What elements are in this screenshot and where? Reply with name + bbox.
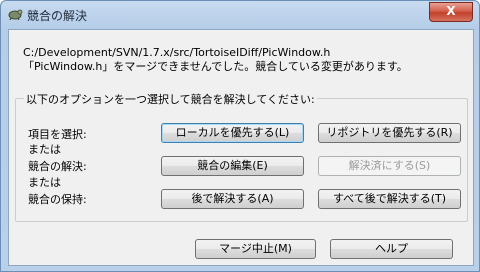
prefer-repository-button[interactable]: リポジトリを優先する(R): [318, 123, 461, 143]
label-keep: 競合の保持:: [28, 193, 87, 206]
dialog-body: C:/Development/SVN/1.7.x/src/TortoiseIDi…: [8, 29, 474, 266]
close-button[interactable]: X: [429, 2, 473, 22]
help-button[interactable]: ヘルプ: [330, 239, 453, 259]
label-or-2: または: [28, 176, 61, 189]
edit-conflict-button[interactable]: 競合の編集(E): [161, 156, 304, 176]
group-caption: 以下のオプションを一つ選択して競合を解決してください:: [24, 91, 317, 107]
resolve-later-button[interactable]: 後で解決する(A): [161, 189, 304, 209]
resolution-options-group: 以下のオプションを一つ選択して競合を解決してください: 項目を選択: または 競…: [15, 91, 468, 222]
label-resolve: 競合の解決:: [28, 160, 87, 173]
label-or-1: または: [28, 143, 61, 156]
resolve-all-later-button[interactable]: すべて後で解決する(T): [318, 189, 461, 209]
abort-merge-button[interactable]: マージ中止(M): [195, 239, 316, 259]
label-select-item: 項目を選択:: [28, 128, 87, 141]
resolve-conflict-dialog: 競合の解決 X C:/Development/SVN/1.7.x/src/Tor…: [0, 0, 480, 272]
tortoise-app-icon: [7, 6, 23, 22]
conflict-message: 「PicWindow.h」をマージできませんでした。競合している変更があります。: [23, 60, 408, 73]
title-bar[interactable]: 競合の解決 X: [1, 1, 479, 27]
prefer-local-button[interactable]: ローカルを優先する(L): [161, 123, 304, 143]
mark-resolved-button[interactable]: 解決済にする(S): [318, 156, 461, 176]
window-title: 競合の解決: [27, 9, 88, 23]
